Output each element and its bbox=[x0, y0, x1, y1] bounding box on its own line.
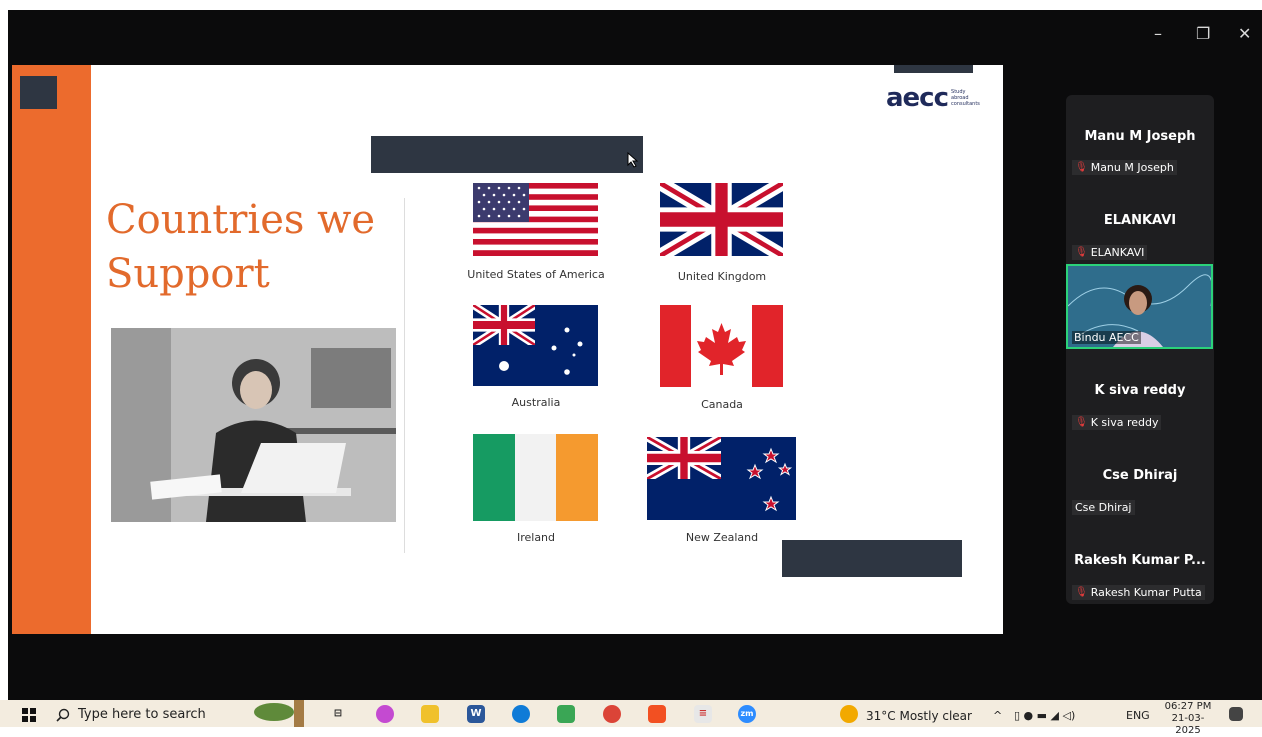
copilot-icon[interactable] bbox=[376, 705, 394, 723]
participant-tile[interactable]: 🎙 Manu M Joseph bbox=[1072, 160, 1177, 175]
shared-slide: aecc Study abroad consultants Countries … bbox=[12, 65, 1003, 634]
usa-flag bbox=[473, 183, 598, 256]
caption-uk: United Kingdom bbox=[677, 270, 767, 283]
student-photo bbox=[111, 328, 396, 522]
notifications-icon[interactable] bbox=[1229, 707, 1243, 721]
participant-name: Manu M Joseph bbox=[1084, 129, 1196, 144]
word-icon[interactable]: W bbox=[467, 705, 485, 723]
taskbar-news-widget[interactable] bbox=[244, 700, 312, 727]
participant-name: ELANKAVI bbox=[1103, 213, 1177, 228]
participant-tile[interactable]: 🎙 ELANKAVI bbox=[1072, 245, 1148, 260]
aecc-logo: aecc Study abroad consultants bbox=[886, 83, 981, 113]
participant-tag: Cse Dhiraj bbox=[1075, 501, 1132, 514]
logo-subtext: Study abroad consultants bbox=[951, 89, 980, 107]
task-view-icon[interactable]: ⊟ bbox=[329, 705, 347, 723]
mic-muted-icon: 🎙 bbox=[1075, 587, 1088, 598]
participants-panel: Manu M Joseph 🎙 Manu M Joseph ELANKAVI 🎙… bbox=[1066, 95, 1214, 604]
ireland-flag bbox=[473, 434, 598, 521]
close-button[interactable]: ✕ bbox=[1238, 24, 1251, 43]
new-zealand-flag bbox=[647, 437, 796, 520]
slide-dark-block-top bbox=[371, 136, 643, 173]
student-laptop-illustration bbox=[111, 328, 396, 522]
participant-tag: Rakesh Kumar Putta bbox=[1090, 586, 1202, 599]
windows-start-icon[interactable] bbox=[22, 708, 36, 722]
file-explorer-icon[interactable] bbox=[421, 705, 439, 723]
search-icon bbox=[56, 708, 70, 722]
edge-icon[interactable] bbox=[512, 705, 530, 723]
participant-tag: K siva reddy bbox=[1090, 416, 1159, 429]
slide-top-dark-bar bbox=[894, 65, 973, 73]
mouse-cursor-icon bbox=[627, 152, 639, 168]
minimize-button[interactable]: – bbox=[1154, 24, 1162, 43]
canada-flag bbox=[660, 305, 783, 387]
participant-tag: ELANKAVI bbox=[1090, 246, 1145, 259]
slide-orange-bar bbox=[12, 65, 91, 634]
chrome-icon[interactable] bbox=[603, 705, 621, 723]
participant-tile[interactable]: Cse Dhiraj bbox=[1072, 500, 1135, 515]
active-speaker-video[interactable]: Bindu AECC bbox=[1066, 264, 1213, 349]
participant-name: Rakesh Kumar P... bbox=[1074, 553, 1206, 568]
brave-icon[interactable] bbox=[648, 705, 666, 723]
mic-muted-icon: 🎙 bbox=[1075, 247, 1088, 258]
participant-name: K siva reddy bbox=[1094, 383, 1186, 398]
weather-icon bbox=[840, 705, 858, 723]
caption-new-zealand: New Zealand bbox=[685, 531, 759, 544]
slide-divider bbox=[404, 198, 405, 553]
search-placeholder: Type here to search bbox=[78, 707, 206, 722]
weather-text[interactable]: 31°C Mostly clear bbox=[866, 709, 972, 723]
maps-app-icon[interactable] bbox=[557, 705, 575, 723]
clock[interactable]: 06:27 PM 21-03-2025 bbox=[1160, 701, 1216, 737]
zoom-icon[interactable]: zm bbox=[738, 705, 756, 723]
slide-title-line2: Support bbox=[106, 251, 270, 297]
caption-ireland: Ireland bbox=[516, 531, 556, 544]
mic-muted-icon: 🎙 bbox=[1075, 162, 1088, 173]
caption-australia: Australia bbox=[511, 396, 561, 409]
logo-text: aecc bbox=[886, 83, 949, 113]
tray-icons[interactable]: ▯ ● ▬ ◢ ◁) bbox=[1014, 709, 1075, 722]
taskbar-search[interactable]: Type here to search bbox=[56, 702, 236, 727]
slide-dark-square bbox=[20, 76, 57, 109]
caption-canada: Canada bbox=[701, 398, 743, 411]
uk-flag bbox=[660, 183, 783, 256]
tray-chevron-icon[interactable]: ^ bbox=[993, 709, 1002, 722]
clock-time: 06:27 PM bbox=[1164, 701, 1212, 712]
slide-dark-block-bottom bbox=[782, 540, 962, 577]
participant-tile[interactable]: 🎙 Rakesh Kumar Putta bbox=[1072, 585, 1205, 600]
participant-name: Cse Dhiraj bbox=[1102, 468, 1178, 483]
language-indicator[interactable]: ENG bbox=[1126, 709, 1150, 722]
participant-tile[interactable]: 🎙 K siva reddy bbox=[1072, 415, 1162, 430]
participant-tag: Manu M Joseph bbox=[1090, 161, 1174, 174]
mic-muted-icon: 🎙 bbox=[1075, 417, 1088, 428]
australia-flag bbox=[473, 305, 598, 386]
document-app-icon[interactable]: ≡ bbox=[694, 705, 712, 723]
slide-title-line1: Countries we bbox=[106, 197, 376, 243]
speaker-name-tag: Bindu AECC bbox=[1072, 331, 1141, 344]
restore-button[interactable]: ❐ bbox=[1196, 24, 1210, 43]
clock-date: 21-03-2025 bbox=[1171, 713, 1205, 736]
caption-usa: United States of America bbox=[467, 268, 605, 281]
slide-title: Countries we Support bbox=[106, 193, 375, 301]
